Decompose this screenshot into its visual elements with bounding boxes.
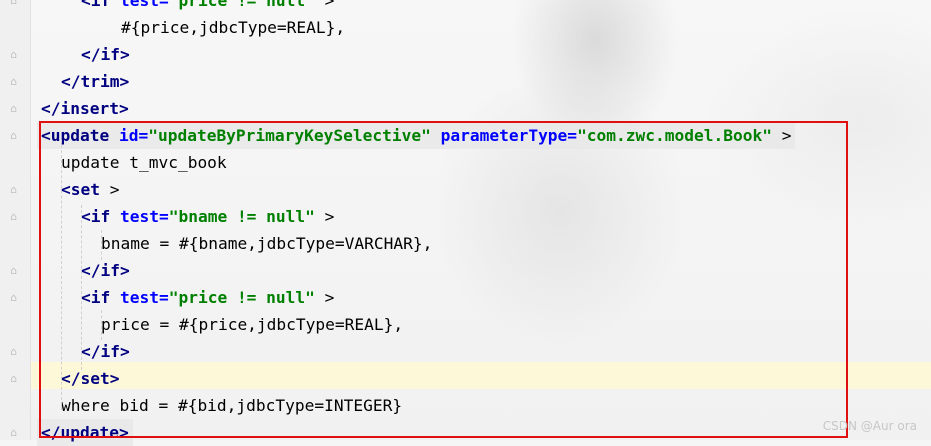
selection-highlight-box: [39, 121, 848, 438]
xml-attribute: test=: [119, 0, 169, 10]
fold-marker-icon[interactable]: ⌂: [8, 292, 19, 303]
xml-tag: <if: [81, 0, 120, 10]
fold-marker-icon[interactable]: ⌂: [8, 427, 19, 438]
code-line: <if test="price != null" >: [77, 0, 338, 14]
fold-marker-icon[interactable]: ⌂: [8, 373, 19, 384]
code-line: </insert>: [37, 95, 133, 122]
fold-marker-icon[interactable]: ⌂: [8, 103, 19, 114]
fold-marker-icon[interactable]: ⌂: [8, 49, 19, 60]
fold-marker-icon[interactable]: ⌂: [8, 76, 19, 87]
fold-marker-icon[interactable]: ⌂: [8, 211, 19, 222]
code-line: #{price,jdbcType=REAL},: [121, 14, 345, 41]
fold-marker-icon[interactable]: ⌂: [8, 130, 19, 141]
xml-attribute-value: "price != null": [168, 0, 315, 10]
fold-marker-icon[interactable]: ⌂: [8, 346, 19, 357]
fold-marker-icon[interactable]: ⌂: [8, 265, 19, 276]
xml-tag: </insert>: [41, 99, 129, 118]
code-text: #{price,jdbcType=REAL},: [121, 18, 346, 37]
xml-tag: </if>: [81, 45, 130, 64]
indent-guide: [81, 205, 83, 370]
xml-tag: </trim>: [61, 72, 130, 91]
indent-guide: [101, 230, 103, 260]
code-text: >: [314, 0, 335, 10]
fold-marker-icon[interactable]: ⌂: [8, 0, 19, 6]
watermark: CSDN @Aur ora: [822, 419, 917, 433]
code-line: </if>: [77, 41, 134, 68]
fold-marker-icon[interactable]: ⌂: [8, 184, 19, 195]
code-line: </trim>: [57, 68, 133, 95]
indent-guide: [101, 310, 103, 340]
indent-guide: [61, 140, 63, 410]
